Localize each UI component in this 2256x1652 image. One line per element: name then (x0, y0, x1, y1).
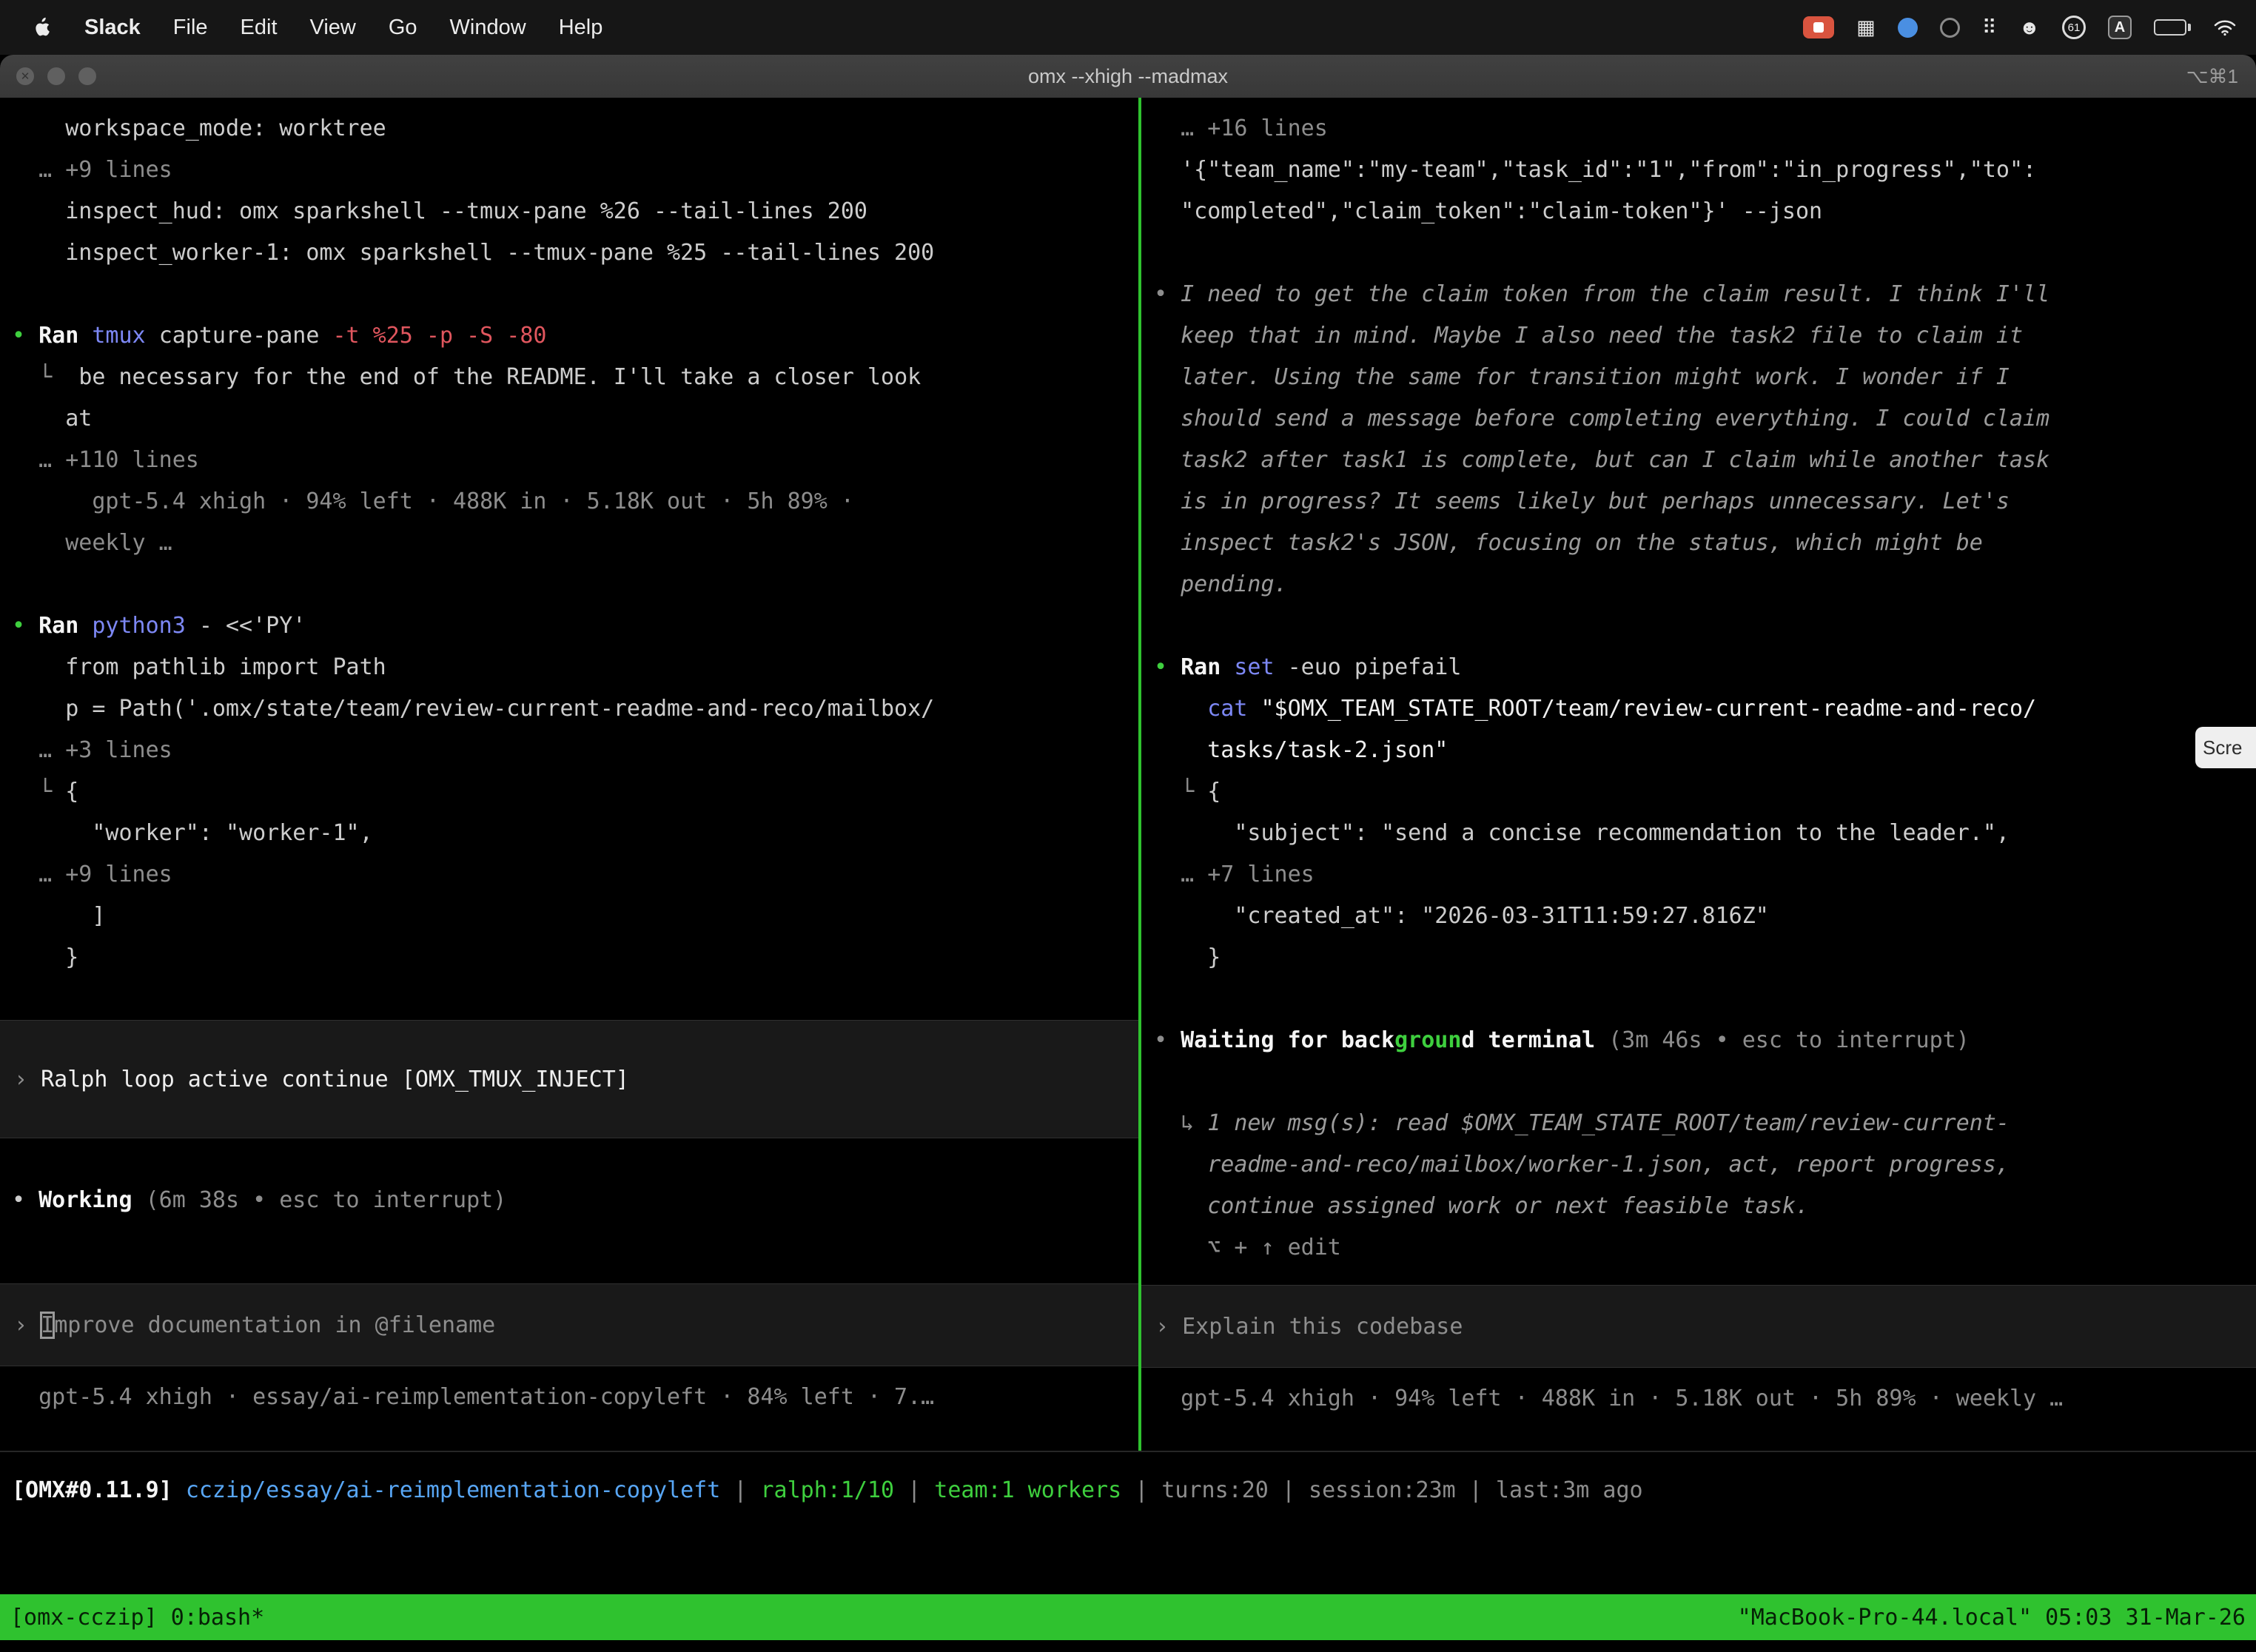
text-cursor: I (41, 1312, 54, 1338)
terminal-line: └ { (1154, 771, 2256, 813)
screen-recording-indicator[interactable] (1803, 16, 1834, 38)
terminal-line (12, 978, 1138, 1020)
ralph-loop-banner[interactable]: › Ralph loop active continue [OMX_TMUX_I… (0, 1020, 1138, 1138)
terminal-line: later. Using the same for transition mig… (1154, 357, 2256, 398)
terminal-line: cat "$OMX_TEAM_STATE_ROOT/team/review-cu… (1154, 688, 2256, 730)
session-footer: gpt-5.4 xhigh · 94% left · 488K in · 5.1… (1154, 1378, 2256, 1420)
terminal-line: • Ran python3 - <<'PY' (12, 605, 1138, 647)
menu-item-edit[interactable]: Edit (241, 16, 278, 40)
terminal-line: should send a message before completing … (1154, 398, 2256, 440)
menu-bar: Slack File Edit View Go Window Help ▦ ⠿ … (0, 0, 2256, 55)
window-title-bar: ✕ omx --xhigh --madmax ⌥⌘1 (0, 55, 2256, 98)
terminal-line: … +7 lines (1154, 854, 2256, 896)
terminal-line: … +3 lines (12, 730, 1138, 771)
menu-item-help[interactable]: Help (559, 16, 603, 40)
terminal-line: } (1154, 937, 2256, 978)
tmux-pane-right[interactable]: … +16 lines '{"team_name":"my-team","tas… (1141, 98, 2256, 1451)
terminal-line: gpt-5.4 xhigh · 94% left · 488K in · 5.1… (12, 481, 1138, 523)
battery-icon[interactable] (2154, 19, 2191, 36)
tmux-host-clock: "MacBook-Pro-44.local" 05:03 31-Mar-26 (1738, 1605, 2246, 1631)
terminal-line (12, 564, 1138, 605)
terminal-line: … +110 lines (12, 440, 1138, 481)
menu-item-file[interactable]: File (173, 16, 208, 40)
working-status: • Working (6m 38s • esc to interrupt) (12, 1180, 1138, 1221)
blue-app-icon[interactable] (1898, 18, 1918, 38)
terminal-line: … +9 lines (12, 854, 1138, 896)
terminal-line: ↳ 1 new msg(s): read $OMX_TEAM_STATE_ROO… (1154, 1103, 2256, 1144)
terminal-line (1154, 1061, 2256, 1103)
terminal-line: keep that in mind. Maybe I also need the… (1154, 315, 2256, 357)
terminal-line: • I need to get the claim token from the… (1154, 274, 2256, 315)
terminal-line: task2 after task1 is complete, but can I… (1154, 440, 2256, 481)
omx-status-bar: [OMX#0.11.9] cczip/essay/ai-reimplementa… (12, 1470, 1643, 1511)
terminal-line (1154, 978, 2256, 1020)
terminal-line: } (12, 937, 1138, 978)
terminal-line: weekly … (12, 523, 1138, 564)
omx-status-line: [OMX#0.11.9] cczip/essay/ai-reimplementa… (12, 1470, 1643, 1511)
terminal-line: at (12, 398, 1138, 440)
terminal-line: "created_at": "2026-03-31T11:59:27.816Z" (1154, 896, 2256, 937)
tmux-status-bar: [omx-cczip] 0:bash* "MacBook-Pro-44.loca… (0, 1594, 2256, 1640)
terminal-line (1154, 232, 2256, 274)
menu-item-window[interactable]: Window (450, 16, 526, 40)
terminal-line: is in progress? It seems likely but perh… (1154, 481, 2256, 523)
terminal-line: continue assigned work or next feasible … (1154, 1186, 2256, 1227)
terminal-line: p = Path('.omx/state/team/review-current… (12, 688, 1138, 730)
terminal-line: ⌥ + ↑ edit (1154, 1227, 2256, 1269)
tmux-pane-left[interactable]: workspace_mode: worktree … +9 lines insp… (0, 98, 1138, 1451)
composer-input[interactable]: › Explain this codebase (1141, 1285, 2256, 1368)
terminal-line: tasks/task-2.json" (1154, 730, 2256, 771)
terminal-line (12, 1221, 1138, 1263)
terminal-line: workspace_mode: worktree (12, 108, 1138, 150)
terminal-window: workspace_mode: worktree … +9 lines insp… (0, 98, 2256, 1652)
apple-menu-icon[interactable] (33, 16, 52, 38)
terminal-line: inspect task2's JSON, focusing on the st… (1154, 523, 2256, 564)
session-footer: gpt-5.4 xhigh · essay/ai-reimplementatio… (12, 1377, 1138, 1418)
terminal-line: inspect_hud: omx sparkshell --tmux-pane … (12, 191, 1138, 232)
terminal-line: └ be necessary for the end of the README… (12, 357, 1138, 398)
terminal-line: • Ran tmux capture-pane -t %25 -p -S -80 (12, 315, 1138, 357)
window-shortcut-badge: ⌥⌘1 (2186, 65, 2256, 88)
terminal-line: pending. (1154, 564, 2256, 605)
battery-percent-icon[interactable]: 61 (2062, 16, 2086, 39)
terminal-line: "worker": "worker-1", (12, 813, 1138, 854)
terminal-line: readme-and-reco/mailbox/worker-1.json, a… (1154, 1144, 2256, 1186)
terminal-line (1154, 605, 2256, 647)
tmux-session-label: [omx-cczip] 0:bash* (10, 1605, 264, 1631)
terminal-line (12, 274, 1138, 315)
terminal-line: … +9 lines (12, 150, 1138, 191)
terminal-line: … +16 lines (1154, 108, 2256, 150)
terminal-line: '{"team_name":"my-team","task_id":"1","f… (1154, 150, 2256, 191)
terminal-line: inspect_worker-1: omx sparkshell --tmux-… (12, 232, 1138, 274)
screen-overlay-tooltip: Scre (2195, 727, 2256, 768)
keyboard-input-icon[interactable]: A (2108, 16, 2132, 39)
terminal-line: • Ran set -euo pipefail (1154, 647, 2256, 688)
menu-item-go[interactable]: Go (389, 16, 417, 40)
window-title: omx --xhigh --madmax (0, 65, 2256, 88)
terminal-line: ] (12, 896, 1138, 937)
dark-app-icon[interactable] (1940, 18, 1960, 38)
composer-input[interactable]: › Improve documentation in @filename (0, 1283, 1138, 1366)
menubar-app-name[interactable]: Slack (84, 16, 141, 40)
app-grid-icon[interactable]: ⠿ (1982, 16, 1997, 39)
terminal-line (12, 1138, 1138, 1180)
screen: Slack File Edit View Go Window Help ▦ ⠿ … (0, 0, 2256, 1652)
terminal-line: from pathlib import Path (12, 647, 1138, 688)
waiting-status: • Waiting for background terminal (3m 46… (1154, 1020, 2256, 1061)
screen-overlay-label: Scre (2203, 736, 2242, 759)
wifi-icon[interactable] (2213, 19, 2237, 36)
terminal-line: "completed","claim_token":"claim-token"}… (1154, 191, 2256, 232)
terminal-line: └ { (12, 771, 1138, 813)
menu-item-view[interactable]: View (310, 16, 356, 40)
window-tiling-icon[interactable]: ▦ (1856, 16, 1876, 39)
silhouette-icon[interactable]: ☻ (2019, 16, 2040, 39)
pane-bottom-separator (0, 1451, 2256, 1452)
terminal-line: "subject": "send a concise recommendatio… (1154, 813, 2256, 854)
